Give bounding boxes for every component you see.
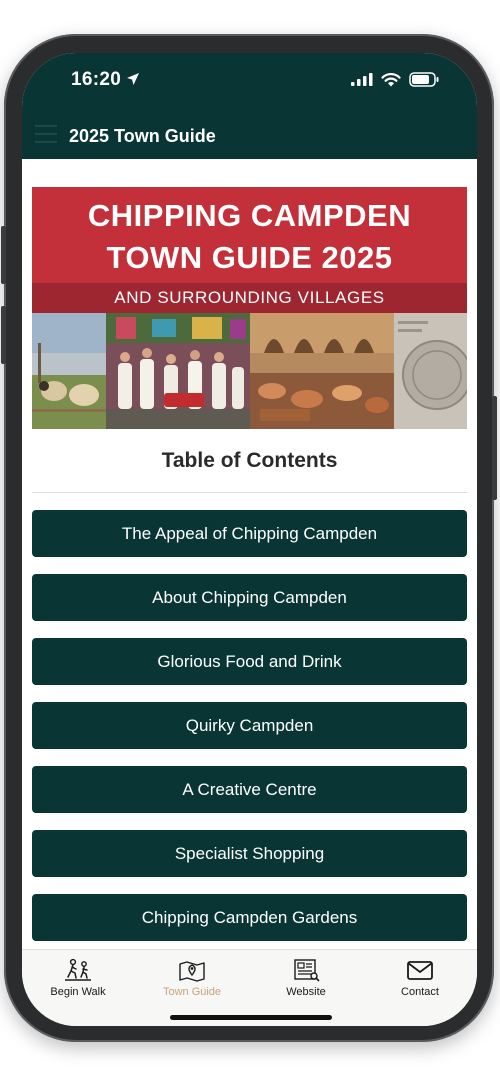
toc-list: The Appeal of Chipping Campden About Chi… (32, 510, 467, 949)
status-time: 16:20 (71, 69, 122, 90)
tab-label-town-guide: Town Guide (162, 986, 222, 998)
status-icons (351, 72, 439, 87)
dancers-photo (106, 313, 250, 429)
toc-button-creative[interactable]: A Creative Centre (32, 766, 467, 813)
cover-title-banner: CHIPPING CAMPDEN TOWN GUIDE 2025 (32, 187, 467, 283)
toc-button-appeal[interactable]: The Appeal of Chipping Campden (32, 510, 467, 557)
tab-label-contact: Contact (401, 986, 439, 998)
guide-cover-image: CHIPPING CAMPDEN TOWN GUIDE 2025 AND SUR… (32, 187, 467, 429)
toc-button-shopping[interactable]: Specialist Shopping (32, 830, 467, 877)
tab-label-website: Website (286, 986, 326, 998)
stone-plaque-photo (394, 313, 467, 429)
cellular-signal-icon (351, 73, 373, 86)
cover-title-line2: TOWN GUIDE 2025 (106, 240, 393, 275)
battery-icon (409, 72, 439, 87)
side-button-right (492, 396, 497, 500)
toc-button-quirky[interactable]: Quirky Campden (32, 702, 467, 749)
map-pin-icon (179, 961, 205, 982)
menu-icon[interactable] (35, 125, 57, 145)
tab-town-guide[interactable]: Town Guide (142, 958, 242, 998)
newspaper-icon (294, 959, 320, 982)
toc-divider (32, 492, 467, 493)
side-button-left-bottom (1, 306, 6, 364)
app-header: 2025 Town Guide (22, 111, 477, 159)
status-bar: 16:20 (22, 53, 477, 111)
cover-subtitle: AND SURROUNDING VILLAGES (32, 283, 467, 313)
page-title: 2025 Town Guide (69, 126, 216, 146)
cover-photo-strip (32, 313, 467, 429)
toc-heading: Table of Contents (161, 449, 338, 472)
toc-button-gardens[interactable]: Chipping Campden Gardens (32, 894, 467, 941)
cover-title-line1: CHIPPING CAMPDEN (87, 198, 412, 233)
walker-icon (65, 958, 91, 981)
tab-begin-walk[interactable]: Begin Walk (28, 958, 128, 998)
market-hall-photo (250, 313, 394, 429)
tab-label-begin-walk: Begin Walk (50, 986, 106, 998)
tab-website[interactable]: Website (256, 958, 356, 998)
home-indicator[interactable] (170, 1015, 332, 1020)
main-content: CHIPPING CAMPDEN TOWN GUIDE 2025 AND SUR… (22, 159, 477, 949)
sheep-photo (32, 313, 106, 429)
toc-button-about[interactable]: About Chipping Campden (32, 574, 467, 621)
envelope-icon (407, 961, 433, 980)
location-arrow-icon (127, 73, 139, 85)
tab-contact[interactable]: Contact (370, 958, 470, 998)
phone-screen: 16:20 2025 Town Guide CHIPPING CAMPDEN T… (22, 53, 477, 1026)
wifi-icon (381, 72, 401, 86)
toc-button-food-drink[interactable]: Glorious Food and Drink (32, 638, 467, 685)
side-button-left-top (1, 226, 6, 284)
